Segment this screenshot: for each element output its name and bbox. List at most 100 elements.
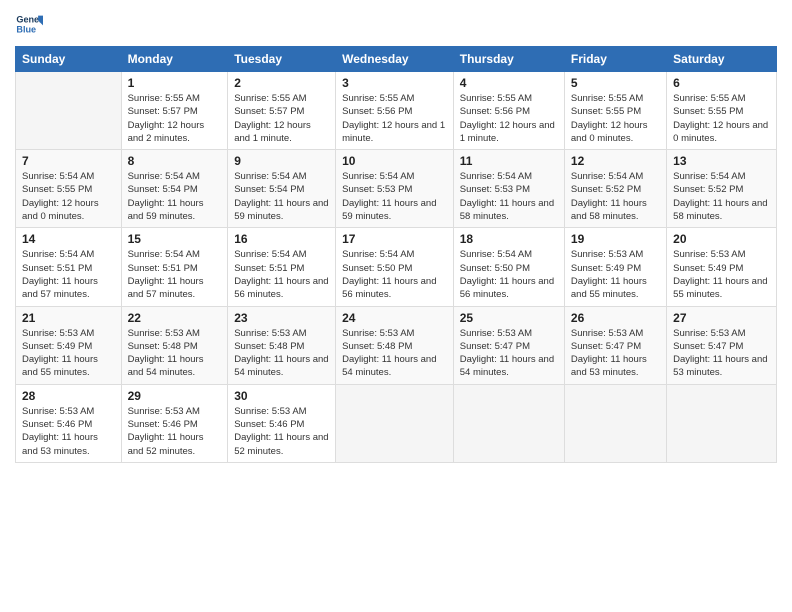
cell-info: Sunrise: 5:54 AMSunset: 5:51 PMDaylight:… xyxy=(234,248,329,301)
cell-info: Sunrise: 5:55 AMSunset: 5:55 PMDaylight:… xyxy=(673,92,770,145)
calendar-cell: 7 Sunrise: 5:54 AMSunset: 5:55 PMDaylight… xyxy=(16,150,122,228)
calendar-cell: 29 Sunrise: 5:53 AMSunset: 5:46 PMDayligh… xyxy=(121,384,228,462)
cell-info: Sunrise: 5:53 AMSunset: 5:48 PMDaylight:… xyxy=(234,327,329,380)
calendar-cell: 6 Sunrise: 5:55 AMSunset: 5:55 PMDaylight… xyxy=(667,72,777,150)
day-number: 22 xyxy=(128,311,222,325)
header: General Blue xyxy=(15,10,777,38)
col-header-tuesday: Tuesday xyxy=(228,47,336,72)
calendar-cell: 25 Sunrise: 5:53 AMSunset: 5:47 PMDayligh… xyxy=(453,306,564,384)
cell-info: Sunrise: 5:55 AMSunset: 5:57 PMDaylight:… xyxy=(128,92,222,145)
cell-info: Sunrise: 5:53 AMSunset: 5:49 PMDaylight:… xyxy=(673,248,770,301)
calendar-cell: 12 Sunrise: 5:54 AMSunset: 5:52 PMDayligh… xyxy=(564,150,666,228)
cell-info: Sunrise: 5:54 AMSunset: 5:54 PMDaylight:… xyxy=(128,170,222,223)
day-number: 30 xyxy=(234,389,329,403)
day-number: 23 xyxy=(234,311,329,325)
calendar-cell: 3Sunrise: 5:55 AMSunset: 5:56 PMDaylight… xyxy=(336,72,454,150)
calendar-row-3: 21 Sunrise: 5:53 AMSunset: 5:49 PMDayligh… xyxy=(16,306,777,384)
day-number: 28 xyxy=(22,389,115,403)
cell-info: Sunrise: 5:54 AMSunset: 5:51 PMDaylight:… xyxy=(22,248,115,301)
col-header-saturday: Saturday xyxy=(667,47,777,72)
calendar-cell xyxy=(336,384,454,462)
calendar-cell xyxy=(16,72,122,150)
calendar-cell: 14 Sunrise: 5:54 AMSunset: 5:51 PMDayligh… xyxy=(16,228,122,306)
day-number: 5 xyxy=(571,76,660,90)
calendar-cell: 21 Sunrise: 5:53 AMSunset: 5:49 PMDayligh… xyxy=(16,306,122,384)
cell-info: Sunrise: 5:54 AMSunset: 5:52 PMDaylight:… xyxy=(673,170,770,223)
calendar-cell: 28 Sunrise: 5:53 AMSunset: 5:46 PMDayligh… xyxy=(16,384,122,462)
col-header-sunday: Sunday xyxy=(16,47,122,72)
svg-text:Blue: Blue xyxy=(16,24,36,34)
calendar-cell: 1 Sunrise: 5:55 AMSunset: 5:57 PMDaylight… xyxy=(121,72,228,150)
logo: General Blue xyxy=(15,10,47,38)
cell-info: Sunrise: 5:53 AMSunset: 5:48 PMDaylight:… xyxy=(342,327,447,380)
calendar-cell: 13Sunrise: 5:54 AMSunset: 5:52 PMDayligh… xyxy=(667,150,777,228)
col-header-friday: Friday xyxy=(564,47,666,72)
calendar-cell: 10 Sunrise: 5:54 AMSunset: 5:53 PMDayligh… xyxy=(336,150,454,228)
day-number: 7 xyxy=(22,154,115,168)
calendar-cell: 24 Sunrise: 5:53 AMSunset: 5:48 PMDayligh… xyxy=(336,306,454,384)
cell-info: Sunrise: 5:53 AMSunset: 5:49 PMDaylight:… xyxy=(571,248,660,301)
cell-info: Sunrise: 5:55 AMSunset: 5:57 PMDaylight:… xyxy=(234,92,329,145)
cell-info: Sunrise: 5:55 AMSunset: 5:56 PMDaylight:… xyxy=(342,92,447,145)
day-number: 10 xyxy=(342,154,447,168)
calendar-cell: 8Sunrise: 5:54 AMSunset: 5:54 PMDaylight… xyxy=(121,150,228,228)
day-number: 1 xyxy=(128,76,222,90)
calendar-cell xyxy=(564,384,666,462)
cell-info: Sunrise: 5:53 AMSunset: 5:47 PMDaylight:… xyxy=(460,327,558,380)
cell-info: Sunrise: 5:54 AMSunset: 5:53 PMDaylight:… xyxy=(460,170,558,223)
cell-info: Sunrise: 5:53 AMSunset: 5:47 PMDaylight:… xyxy=(673,327,770,380)
day-number: 29 xyxy=(128,389,222,403)
calendar-cell: 23 Sunrise: 5:53 AMSunset: 5:48 PMDayligh… xyxy=(228,306,336,384)
calendar-cell: 19Sunrise: 5:53 AMSunset: 5:49 PMDayligh… xyxy=(564,228,666,306)
cell-info: Sunrise: 5:55 AMSunset: 5:56 PMDaylight:… xyxy=(460,92,558,145)
day-number: 9 xyxy=(234,154,329,168)
day-number: 16 xyxy=(234,232,329,246)
calendar-cell: 18Sunrise: 5:54 AMSunset: 5:50 PMDayligh… xyxy=(453,228,564,306)
calendar-cell: 22Sunrise: 5:53 AMSunset: 5:48 PMDayligh… xyxy=(121,306,228,384)
cell-info: Sunrise: 5:53 AMSunset: 5:47 PMDaylight:… xyxy=(571,327,660,380)
cell-info: Sunrise: 5:54 AMSunset: 5:51 PMDaylight:… xyxy=(128,248,222,301)
cell-info: Sunrise: 5:54 AMSunset: 5:52 PMDaylight:… xyxy=(571,170,660,223)
calendar-cell: 17 Sunrise: 5:54 AMSunset: 5:50 PMDayligh… xyxy=(336,228,454,306)
cell-info: Sunrise: 5:53 AMSunset: 5:46 PMDaylight:… xyxy=(128,405,222,458)
cell-info: Sunrise: 5:53 AMSunset: 5:46 PMDaylight:… xyxy=(234,405,329,458)
cell-info: Sunrise: 5:53 AMSunset: 5:49 PMDaylight:… xyxy=(22,327,115,380)
calendar-cell: 9Sunrise: 5:54 AMSunset: 5:54 PMDaylight… xyxy=(228,150,336,228)
col-header-wednesday: Wednesday xyxy=(336,47,454,72)
calendar-row-0: 1 Sunrise: 5:55 AMSunset: 5:57 PMDaylight… xyxy=(16,72,777,150)
day-number: 20 xyxy=(673,232,770,246)
calendar-cell: 20 Sunrise: 5:53 AMSunset: 5:49 PMDayligh… xyxy=(667,228,777,306)
cell-info: Sunrise: 5:54 AMSunset: 5:50 PMDaylight:… xyxy=(460,248,558,301)
cell-info: Sunrise: 5:54 AMSunset: 5:55 PMDaylight:… xyxy=(22,170,115,223)
day-number: 12 xyxy=(571,154,660,168)
calendar-cell: 15Sunrise: 5:54 AMSunset: 5:51 PMDayligh… xyxy=(121,228,228,306)
cell-info: Sunrise: 5:54 AMSunset: 5:50 PMDaylight:… xyxy=(342,248,447,301)
calendar-cell xyxy=(667,384,777,462)
calendar-cell: 2 Sunrise: 5:55 AMSunset: 5:57 PMDaylight… xyxy=(228,72,336,150)
day-number: 27 xyxy=(673,311,770,325)
day-number: 2 xyxy=(234,76,329,90)
day-number: 24 xyxy=(342,311,447,325)
calendar-table: SundayMondayTuesdayWednesdayThursdayFrid… xyxy=(15,46,777,463)
col-header-thursday: Thursday xyxy=(453,47,564,72)
logo-icon: General Blue xyxy=(15,10,43,38)
calendar-row-1: 7 Sunrise: 5:54 AMSunset: 5:55 PMDaylight… xyxy=(16,150,777,228)
cell-info: Sunrise: 5:53 AMSunset: 5:46 PMDaylight:… xyxy=(22,405,115,458)
calendar-row-4: 28 Sunrise: 5:53 AMSunset: 5:46 PMDayligh… xyxy=(16,384,777,462)
day-number: 6 xyxy=(673,76,770,90)
cell-info: Sunrise: 5:55 AMSunset: 5:55 PMDaylight:… xyxy=(571,92,660,145)
day-number: 26 xyxy=(571,311,660,325)
day-number: 17 xyxy=(342,232,447,246)
col-header-monday: Monday xyxy=(121,47,228,72)
day-number: 25 xyxy=(460,311,558,325)
calendar-cell xyxy=(453,384,564,462)
cell-info: Sunrise: 5:54 AMSunset: 5:53 PMDaylight:… xyxy=(342,170,447,223)
calendar-cell: 27 Sunrise: 5:53 AMSunset: 5:47 PMDayligh… xyxy=(667,306,777,384)
calendar-cell: 16 Sunrise: 5:54 AMSunset: 5:51 PMDayligh… xyxy=(228,228,336,306)
day-number: 4 xyxy=(460,76,558,90)
day-number: 21 xyxy=(22,311,115,325)
calendar-header-row: SundayMondayTuesdayWednesdayThursdayFrid… xyxy=(16,47,777,72)
calendar-cell: 26 Sunrise: 5:53 AMSunset: 5:47 PMDayligh… xyxy=(564,306,666,384)
day-number: 14 xyxy=(22,232,115,246)
calendar-row-2: 14 Sunrise: 5:54 AMSunset: 5:51 PMDayligh… xyxy=(16,228,777,306)
